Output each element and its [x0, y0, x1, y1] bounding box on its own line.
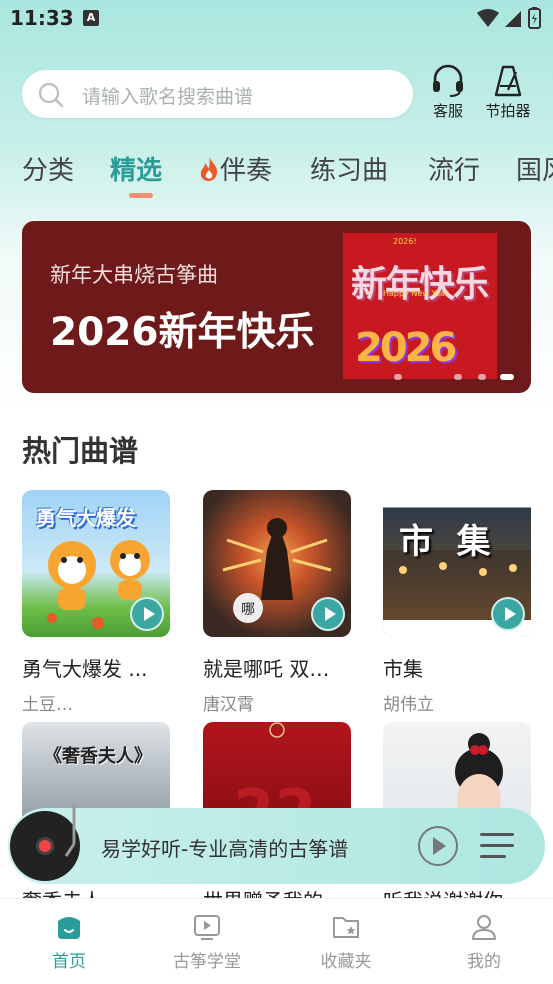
score-card[interactable]: 勇气大爆发 勇气大爆发 ... 土豆… — [22, 490, 170, 715]
tab-accompaniment-label: 伴奏 — [220, 156, 273, 186]
player-title: 易学好听-专业高清的古筝谱 — [101, 837, 349, 861]
status-bar: 11:33 A — [0, 0, 553, 40]
headset-icon — [433, 64, 463, 97]
play-button[interactable] — [311, 597, 345, 631]
tab-national-style[interactable]: 国风 — [516, 150, 553, 187]
search-input[interactable]: 请输入歌名搜索曲谱 — [22, 70, 413, 118]
banner-dot[interactable] — [394, 374, 402, 380]
bottom-navigation: 首页 古筝学堂 收藏夹 我的 — [0, 898, 553, 984]
playlist-icon[interactable] — [480, 830, 516, 862]
card-artist: 胡伟立 — [383, 695, 434, 715]
card-thumbnail: 哪 — [203, 490, 351, 637]
card-title: 就是哪吒 双… — [203, 657, 330, 681]
nav-favorites-label: 收藏夹 — [320, 952, 372, 972]
video-icon — [194, 915, 220, 940]
banner-dot[interactable] — [478, 374, 486, 380]
banner-image-english: Happy New Year — [383, 289, 449, 298]
profile-icon — [472, 915, 496, 940]
customer-service-button[interactable]: 客服 — [420, 64, 476, 121]
mini-player[interactable]: 易学好听-专业高清的古筝谱 — [8, 804, 545, 884]
score-card[interactable]: 市 集 市集 胡伟立 — [383, 490, 531, 715]
tab-indicator — [129, 193, 153, 198]
banner-dot-active[interactable] — [500, 374, 514, 380]
notification-icon: A — [83, 10, 99, 26]
search-icon — [38, 82, 64, 108]
tab-accompaniment[interactable]: 伴奏 — [198, 150, 272, 187]
tonearm-icon — [64, 804, 76, 857]
banner-image: 2026! 新年快乐 Happy New Year 2026 — [343, 233, 497, 379]
card-artist: 唐汉霄 — [203, 695, 254, 715]
card-thumbnail: 市 集 — [383, 490, 531, 637]
card-cover-text: 《奢香夫人》 — [44, 746, 152, 767]
tab-pop[interactable]: 流行 — [428, 150, 480, 187]
card-cover-text: 市 集 — [399, 522, 491, 562]
card-title: 勇气大爆发 ... — [22, 657, 148, 681]
card-cover-text: 勇气大爆发 — [36, 506, 136, 530]
nav-home[interactable]: 首页 — [29, 913, 109, 972]
category-tabs: 分类 精选 伴奏 练习曲 流行 国风 — [0, 150, 553, 200]
metronome-label: 节拍器 — [485, 102, 531, 120]
nav-home-label: 首页 — [52, 952, 86, 972]
nav-favorites[interactable]: 收藏夹 — [306, 913, 386, 972]
card-thumbnail: 勇气大爆发 — [22, 490, 170, 637]
tab-etudes[interactable]: 练习曲 — [310, 150, 388, 187]
banner-dot[interactable] — [454, 374, 462, 380]
search-placeholder: 请输入歌名搜索曲谱 — [82, 86, 254, 108]
favorite-folder-icon — [333, 917, 359, 938]
section-title-hot-scores: 热门曲谱 — [22, 434, 139, 468]
card-title: 市集 — [383, 657, 423, 681]
svg-text:哪: 哪 — [241, 602, 255, 618]
nav-guzheng-school-label: 古筝学堂 — [173, 952, 241, 972]
player-play-button[interactable] — [418, 826, 458, 866]
customer-service-label: 客服 — [432, 102, 463, 120]
signal-battery-icons — [477, 7, 541, 29]
score-card[interactable]: 哪 就是哪吒 双… 唐汉霄 — [203, 490, 351, 715]
status-time: 11:33 — [10, 6, 74, 30]
banner-subtitle: 新年大串烧古筝曲 — [50, 263, 218, 287]
fire-icon — [200, 157, 218, 181]
play-button[interactable] — [491, 597, 525, 631]
banner-image-headline: 新年快乐 — [351, 264, 489, 305]
card-artist: 土豆… — [22, 695, 73, 715]
banner-image-year-badge: 2026! — [393, 237, 417, 246]
tab-featured[interactable]: 精选 — [110, 150, 162, 187]
tab-category[interactable]: 分类 — [22, 150, 74, 187]
record-center — [36, 837, 54, 855]
banner-image-year: 2026 — [355, 325, 457, 371]
nav-guzheng-school[interactable]: 古筝学堂 — [167, 913, 247, 972]
promo-banner[interactable]: 新年大串烧古筝曲 2026新年快乐 2026! 新年快乐 Happy New Y… — [22, 221, 531, 393]
banner-title: 2026新年快乐 — [50, 310, 315, 355]
metronome-button[interactable]: 节拍器 — [480, 64, 536, 121]
play-button[interactable] — [130, 597, 164, 631]
nav-profile-label: 我的 — [467, 952, 501, 972]
nav-profile[interactable]: 我的 — [444, 913, 524, 972]
home-icon — [58, 917, 80, 939]
metronome-icon — [494, 65, 522, 97]
